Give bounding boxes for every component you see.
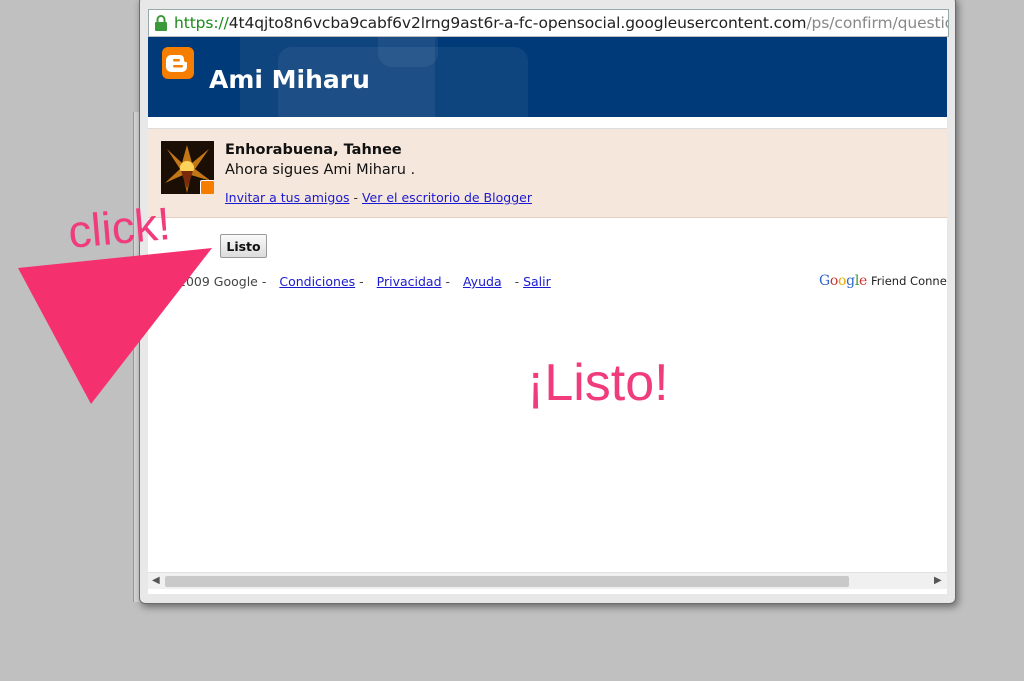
click-annotation: click! [66,197,173,258]
done-annotation: ¡Listo! [527,354,669,412]
pointer-arrow-icon [18,248,212,404]
